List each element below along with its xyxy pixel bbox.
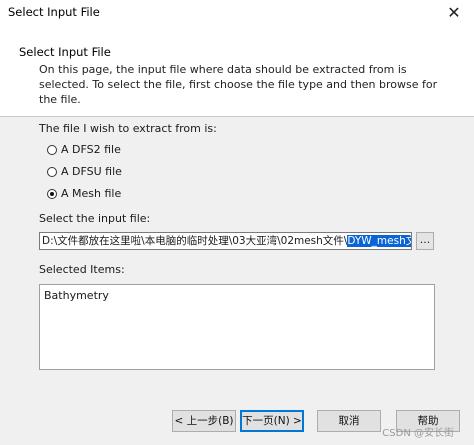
extract-label: The file I wish to extract from is: <box>39 122 217 135</box>
page-description: On this page, the input file where data … <box>39 63 438 106</box>
radio-dfsu[interactable]: A DFSU file <box>47 165 122 178</box>
radio-dfs2[interactable]: A DFS2 file <box>47 143 121 156</box>
radio-mesh[interactable]: A Mesh file <box>47 187 121 200</box>
window-title: Select Input File <box>8 5 100 19</box>
radio-dfsu-label: A DFSU file <box>61 165 122 178</box>
input-file-path-field[interactable]: D:\文件都放在这里啦\本电脑的临时处理\03大亚湾\02mesh文件\DYW_… <box>39 232 412 250</box>
radio-dfs2-indicator[interactable] <box>47 144 57 155</box>
close-icon[interactable]: ✕ <box>434 0 474 24</box>
back-button[interactable]: < 上一步(B) <box>172 410 236 432</box>
list-item[interactable]: Bathymetry <box>44 289 430 302</box>
watermark: CSDN @安长街 <box>382 428 454 439</box>
input-file-path-prefix: D:\文件都放在这里啦\本电脑的临时处理\03大亚湾\02mesh文件\ <box>42 235 348 247</box>
radio-dfsu-indicator[interactable] <box>47 166 57 177</box>
next-button[interactable]: 下一页(N) > <box>240 410 304 432</box>
input-file-path-selected: DYW_mesh文件.mesh <box>347 235 411 247</box>
radio-mesh-label: A Mesh file <box>61 187 122 200</box>
input-file-label: Select the input file: <box>39 212 151 225</box>
selected-items-list[interactable]: Bathymetry <box>39 284 435 370</box>
radio-mesh-indicator[interactable] <box>47 188 57 199</box>
title-bar: Select Input File ✕ <box>0 0 474 24</box>
page-title: Select Input File <box>19 45 111 59</box>
selected-items-label: Selected Items: <box>39 263 125 276</box>
wizard-header: Select Input File On this page, the inpu… <box>0 24 474 117</box>
radio-dfs2-label: A DFS2 file <box>61 143 121 156</box>
browse-button[interactable]: ... <box>416 232 434 250</box>
cancel-button[interactable]: 取消 <box>317 410 381 432</box>
